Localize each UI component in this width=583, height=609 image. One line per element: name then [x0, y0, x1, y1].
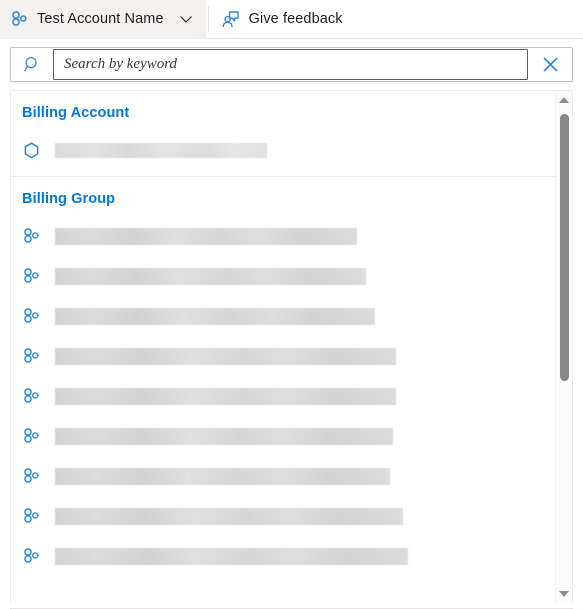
scroll-up-button[interactable]: [556, 91, 572, 108]
section-header-billing-group: Billing Group: [22, 191, 116, 207]
command-bar-divider: [207, 6, 209, 32]
section-billing-account: Billing Account: [11, 91, 555, 177]
scroll-down-button[interactable]: [556, 585, 572, 602]
give-feedback-label: Give feedback: [248, 11, 343, 27]
triangle-up-icon: [559, 96, 569, 103]
redacted-account-name: [55, 142, 267, 158]
org-group-icon: [22, 507, 44, 525]
search-input[interactable]: [54, 56, 527, 73]
search-icon: [23, 55, 42, 74]
person-feedback-icon: [221, 10, 240, 29]
redacted-group-name: [55, 467, 390, 485]
list-item[interactable]: [11, 130, 555, 170]
list-item[interactable]: [11, 336, 555, 376]
close-icon: [540, 54, 561, 75]
redacted-group-name: [55, 347, 396, 365]
org-group-icon: [22, 467, 44, 485]
redacted-group-name: [55, 507, 403, 525]
org-group-icon: [22, 347, 44, 365]
vertical-scrollbar[interactable]: [555, 91, 572, 602]
org-group-icon: [22, 307, 44, 325]
command-bar: Test Account Name Give feedback: [0, 0, 583, 39]
list-item[interactable]: [11, 416, 555, 456]
list-item[interactable]: [11, 536, 555, 576]
section-header-billing-account: Billing Account: [22, 105, 130, 121]
section-billing-group: Billing Group: [11, 177, 555, 576]
org-group-icon: [22, 267, 44, 285]
org-group-icon: [10, 10, 28, 28]
search-field-wrapper: [53, 49, 528, 80]
chevron-down-icon: [178, 11, 194, 27]
give-feedback-button[interactable]: Give feedback: [211, 0, 355, 39]
redacted-group-name: [55, 267, 366, 285]
scrollbar-thumb[interactable]: [560, 114, 569, 381]
search-area: [0, 39, 583, 90]
redacted-group-name: [55, 227, 357, 245]
list-item[interactable]: [11, 216, 555, 256]
triangle-down-icon: [559, 590, 569, 597]
search-box: [10, 47, 573, 82]
redacted-group-name: [55, 547, 408, 565]
list-item[interactable]: [11, 456, 555, 496]
list-item[interactable]: [11, 376, 555, 416]
clear-search-button[interactable]: [528, 48, 572, 81]
list-item[interactable]: [11, 496, 555, 536]
list-item[interactable]: [11, 296, 555, 336]
search-button[interactable]: [11, 48, 53, 81]
redacted-group-name: [55, 387, 396, 405]
account-selector-button[interactable]: Test Account Name: [0, 0, 206, 39]
org-group-icon: [22, 427, 44, 445]
org-group-icon: [22, 547, 44, 565]
org-group-icon: [22, 387, 44, 405]
redacted-group-name: [55, 427, 393, 445]
org-group-icon: [22, 227, 44, 245]
hexagon-icon: [22, 141, 44, 160]
list-item[interactable]: [11, 256, 555, 296]
results-list: Billing Account Billing Group: [11, 91, 555, 602]
account-name-label: Test Account Name: [37, 11, 164, 27]
results-panel: Billing Account Billing Group: [10, 90, 573, 602]
redacted-group-name: [55, 307, 375, 325]
